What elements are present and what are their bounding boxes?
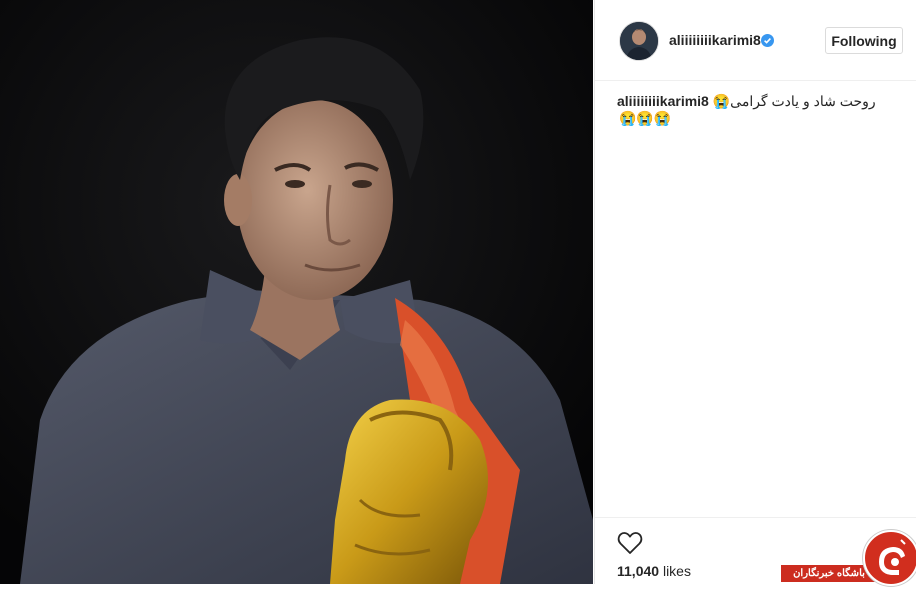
likes-number: 11,040 bbox=[617, 563, 660, 579]
verified-badge-icon bbox=[761, 34, 774, 47]
username-link[interactable]: aliiiiiiiikarimi8 bbox=[669, 32, 761, 48]
like-heart-icon[interactable] bbox=[617, 531, 643, 555]
actions-divider bbox=[595, 517, 916, 518]
avatar[interactable] bbox=[619, 21, 659, 61]
following-button[interactable]: Following bbox=[825, 27, 903, 54]
watermark: باشگاه خبرنگاران bbox=[781, 530, 916, 586]
post-side-panel: aliiiiiiiikarimi8 Following aliiiiiiiika… bbox=[594, 0, 916, 584]
caption-username-link[interactable]: aliiiiiiiikarimi8 bbox=[617, 93, 709, 109]
likes-label: likes bbox=[662, 563, 691, 579]
watermark-text: باشگاه خبرنگاران bbox=[781, 565, 877, 582]
portrait-photo bbox=[0, 0, 593, 584]
post-header: aliiiiiiiikarimi8 Following bbox=[595, 0, 916, 81]
watermark-logo-icon bbox=[863, 530, 916, 586]
post-caption: aliiiiiiiikarimi8 روحت شاد و یادت گرامی😭… bbox=[617, 93, 877, 127]
likes-count[interactable]: 11,040 likes bbox=[617, 563, 691, 579]
post-image[interactable] bbox=[0, 0, 593, 584]
avatar-image bbox=[620, 22, 658, 60]
